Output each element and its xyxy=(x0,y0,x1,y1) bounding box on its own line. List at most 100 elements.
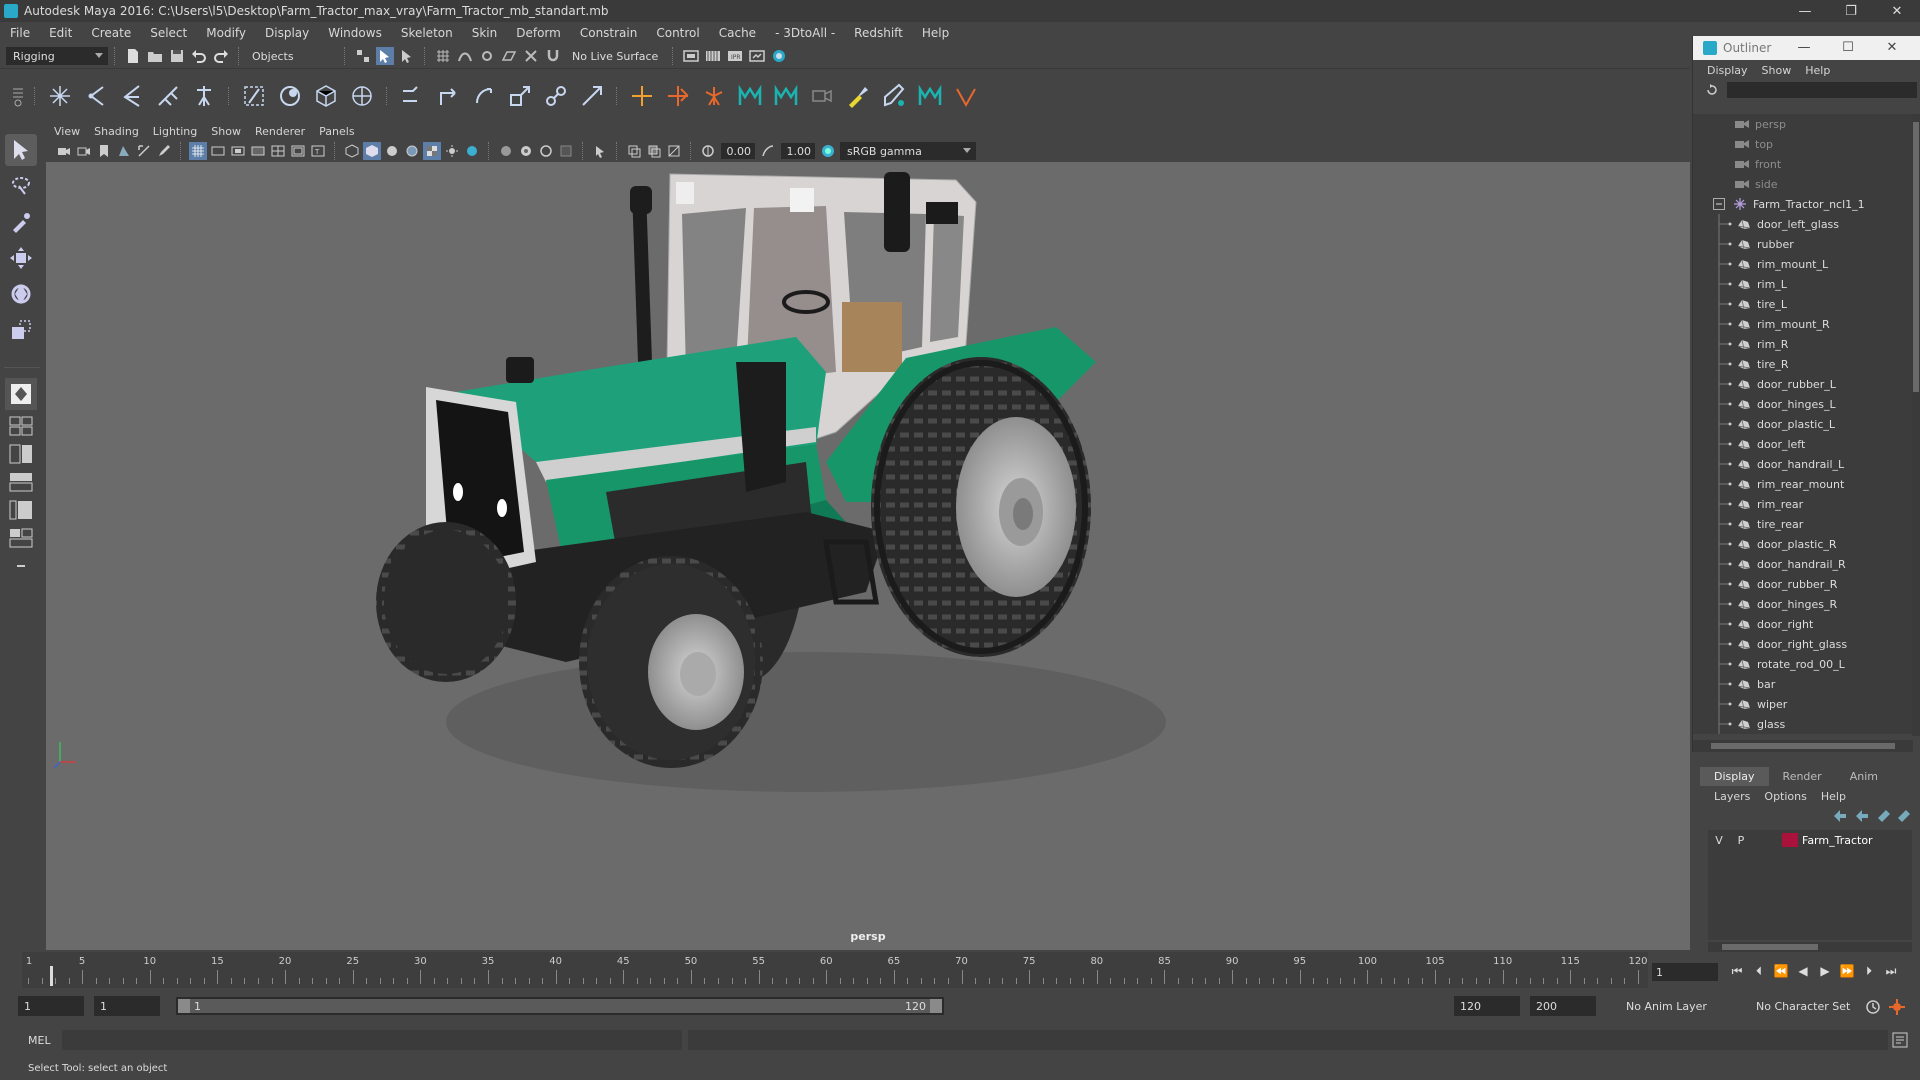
layer-visibility-toggle[interactable]: V xyxy=(1708,834,1730,847)
grid-icon[interactable] xyxy=(189,142,207,160)
viewport-menu-panels[interactable]: Panels xyxy=(319,125,354,138)
shadows-icon[interactable] xyxy=(463,142,481,160)
outliner-menu-display[interactable]: Display xyxy=(1707,64,1748,77)
play-forwards-button[interactable]: ▶ xyxy=(1814,962,1836,980)
playback-start-field[interactable]: 1 xyxy=(94,996,160,1016)
outliner-item-glass[interactable]: glass xyxy=(1693,714,1913,734)
outliner-item-bar[interactable]: bar xyxy=(1693,674,1913,694)
maya-m-icon-1[interactable] xyxy=(735,81,765,111)
select-object-icon[interactable] xyxy=(376,47,394,65)
step-back-frame-button[interactable]: ⏴ xyxy=(1748,962,1770,980)
ipr-render-icon[interactable]: IPR xyxy=(726,47,744,65)
outliner-search-input[interactable] xyxy=(1727,82,1917,98)
render-frame-icon[interactable] xyxy=(704,47,722,65)
viewport-menu-renderer[interactable]: Renderer xyxy=(255,125,305,138)
minus-collapse-icon[interactable] xyxy=(5,554,37,578)
play-backwards-button[interactable]: ◀ xyxy=(1792,962,1814,980)
2d-pan-zoom-icon[interactable] xyxy=(135,142,153,160)
render-settings-icon[interactable] xyxy=(682,47,700,65)
magnet-icon[interactable] xyxy=(544,47,562,65)
check-v-icon[interactable] xyxy=(951,81,981,111)
tab-render[interactable]: Render xyxy=(1769,767,1836,786)
default-material-icon[interactable] xyxy=(383,142,401,160)
resolution-gate-icon[interactable] xyxy=(229,142,247,160)
outliner-item-group[interactable]: Farm_Tractor_ncl1_1 xyxy=(1693,194,1913,214)
minimize-button[interactable]: — xyxy=(1782,0,1828,22)
mirror-joint-icon[interactable] xyxy=(189,81,219,111)
camera-attributes-icon[interactable] xyxy=(75,142,93,160)
viewport-menu-show[interactable]: Show xyxy=(211,125,241,138)
xray-icon[interactable] xyxy=(625,142,643,160)
maya-m-icon-3[interactable] xyxy=(915,81,945,111)
render-view-icon[interactable] xyxy=(748,47,766,65)
selection-mode-dropdown[interactable]: Objects xyxy=(246,47,338,65)
layer-color-swatch[interactable] xyxy=(1782,833,1798,847)
bind-skin-icon[interactable] xyxy=(239,81,269,111)
shelf-tab-handle-icon[interactable] xyxy=(11,81,25,111)
layer-row[interactable]: V P Farm_Tractor xyxy=(1708,830,1912,850)
paint-tool-icon[interactable] xyxy=(879,81,909,111)
select-hierarchy-icon[interactable] xyxy=(354,47,372,65)
motion-blur-icon[interactable] xyxy=(517,142,535,160)
snap-point-icon[interactable] xyxy=(478,47,496,65)
outliner-item-door_rubber_L[interactable]: door_rubber_L xyxy=(1693,374,1913,394)
new-layer-from-selection-icon[interactable] xyxy=(1898,810,1910,822)
scroll-thumb[interactable] xyxy=(1913,122,1919,392)
xray-active-icon[interactable] xyxy=(645,142,663,160)
outliner-item-door_left[interactable]: door_left xyxy=(1693,434,1913,454)
screen-space-ao-icon[interactable] xyxy=(497,142,515,160)
outliner-item-side[interactable]: side xyxy=(1693,174,1913,194)
aim-constraint-icon[interactable] xyxy=(433,81,463,111)
layer-menu-options[interactable]: Options xyxy=(1764,790,1806,803)
outliner-minimize-button[interactable]: — xyxy=(1782,40,1826,55)
character-set-dropdown[interactable]: No Character Set xyxy=(1750,996,1862,1016)
save-scene-icon[interactable] xyxy=(168,47,186,65)
isolate-select-icon[interactable] xyxy=(591,142,609,160)
outliner-item-rim_rear_mount[interactable]: rim_rear_mount xyxy=(1693,474,1913,494)
close-button[interactable]: ✕ xyxy=(1874,0,1920,22)
depth-of-field-icon[interactable] xyxy=(557,142,575,160)
live-surface-label[interactable]: No Live Surface xyxy=(572,50,658,63)
outliner-menu-show[interactable]: Show xyxy=(1762,64,1792,77)
outliner-item-rim_rear[interactable]: rim_rear xyxy=(1693,494,1913,514)
ik-handle-icon[interactable] xyxy=(81,81,111,111)
scale-tool-icon[interactable] xyxy=(5,314,37,346)
viewport-menu-lighting[interactable]: Lighting xyxy=(153,125,197,138)
lasso-tool-icon[interactable] xyxy=(5,170,37,202)
collapse-toggle-icon[interactable] xyxy=(1713,198,1725,210)
menu-edit[interactable]: Edit xyxy=(49,26,72,40)
move-layer-up-icon[interactable] xyxy=(1834,810,1846,822)
gamma-field[interactable]: 1.00 xyxy=(781,143,815,159)
layer-playback-toggle[interactable]: P xyxy=(1730,834,1752,847)
outliner-item-door_right[interactable]: door_right xyxy=(1693,614,1913,634)
step-forward-frame-button[interactable]: ⏵ xyxy=(1858,962,1880,980)
rig-controller-icon[interactable] xyxy=(663,81,693,111)
ik-spline-icon[interactable] xyxy=(117,81,147,111)
layer-menu-help[interactable]: Help xyxy=(1821,790,1846,803)
step-back-key-button[interactable]: ⏪ xyxy=(1770,962,1792,980)
outliner-item-rotate_rod_00_L[interactable]: rotate_rod_00_L xyxy=(1693,654,1913,674)
wireframe-on-shaded-icon[interactable] xyxy=(403,142,421,160)
film-gate-icon[interactable] xyxy=(209,142,227,160)
redo-icon[interactable] xyxy=(212,47,230,65)
outliner-item-tire_R[interactable]: tire_R xyxy=(1693,354,1913,374)
point-constraint-icon[interactable] xyxy=(397,81,427,111)
paint-select-icon[interactable] xyxy=(5,206,37,238)
layer-name[interactable]: Farm_Tractor xyxy=(1802,834,1873,847)
new-layer-icon[interactable] xyxy=(1878,810,1890,822)
outliner-item-rim_L[interactable]: rim_L xyxy=(1693,274,1913,294)
maya-m-icon-2[interactable] xyxy=(771,81,801,111)
snap-curve-icon[interactable] xyxy=(456,47,474,65)
outliner-item-door_handrail_L[interactable]: door_handrail_L xyxy=(1693,454,1913,474)
layer-horizontal-scrollbar[interactable] xyxy=(1708,942,1912,952)
insert-joint-icon[interactable] xyxy=(153,81,183,111)
outliner-item-persp[interactable]: persp xyxy=(1693,114,1913,134)
anim-layer-dropdown[interactable]: No Anim Layer xyxy=(1620,996,1732,1016)
menu-modify[interactable]: Modify xyxy=(206,26,246,40)
outliner-item-rim_R[interactable]: rim_R xyxy=(1693,334,1913,354)
outliner-item-tire_L[interactable]: tire_L xyxy=(1693,294,1913,314)
color-management-icon[interactable] xyxy=(819,142,837,160)
snap-live-icon[interactable] xyxy=(522,47,540,65)
playback-end-field[interactable]: 120 xyxy=(1454,996,1520,1016)
viewport-menu-view[interactable]: View xyxy=(54,125,80,138)
